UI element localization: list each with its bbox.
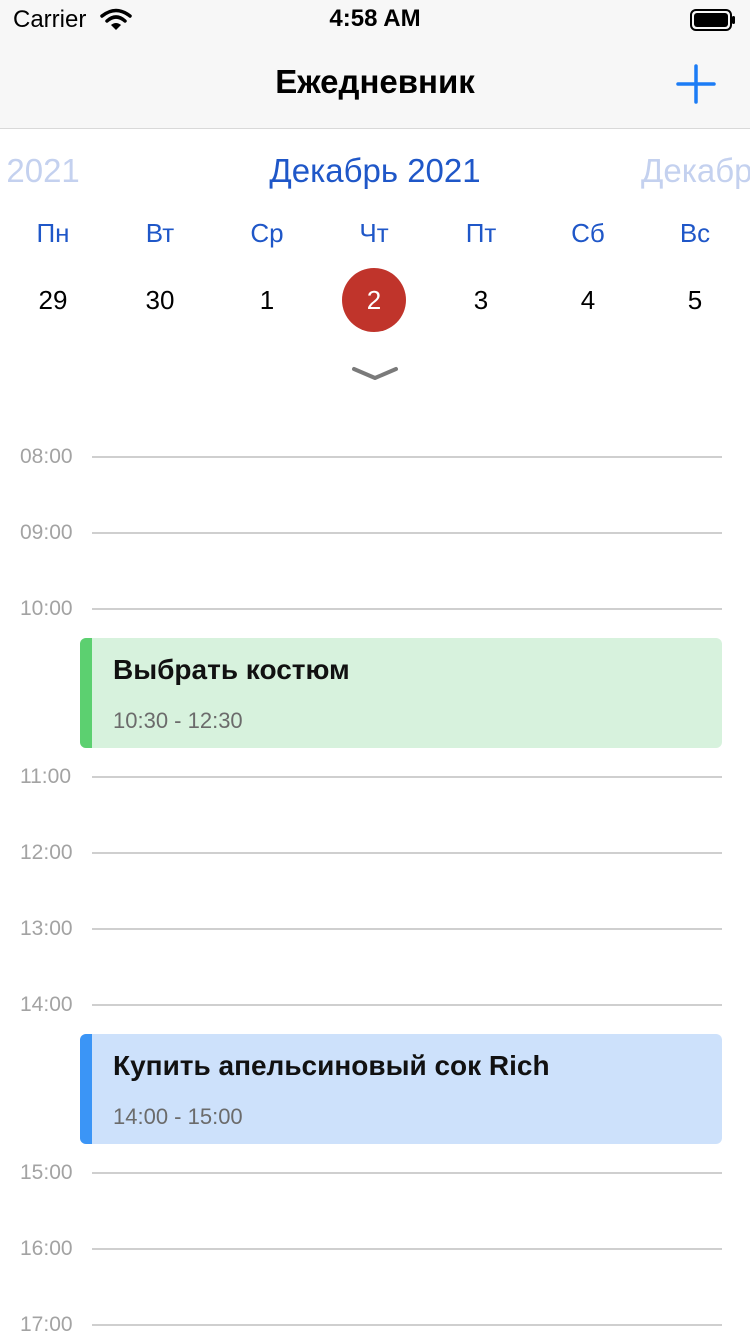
hour-label: 16:00: [20, 1237, 73, 1260]
date-cell[interactable]: 4: [556, 268, 620, 332]
next-month-label[interactable]: Декабр: [641, 152, 750, 190]
weekday-sun: Вс: [679, 218, 711, 248]
hour-divider: [92, 852, 722, 854]
hour-label: 08:00: [20, 445, 73, 468]
weekday-mon: Пн: [36, 218, 70, 248]
hour-divider: [92, 532, 722, 534]
weekday-tue: Вт: [145, 218, 175, 248]
hour-label: 10:00: [20, 597, 73, 620]
hour-divider: [92, 1324, 722, 1326]
hour-label: 14:00: [20, 993, 73, 1016]
hour-label: 17:00: [20, 1313, 73, 1336]
battery-icon: [690, 9, 735, 31]
date-cell[interactable]: 1: [235, 268, 299, 332]
event-color-bar: [80, 638, 92, 748]
page-title: Ежедневник: [275, 63, 475, 100]
hour-divider: [92, 776, 722, 778]
chevron-down-icon: [352, 367, 398, 380]
hour-divider: [92, 1248, 722, 1250]
weekday-wed: Ср: [250, 218, 284, 248]
hour-label: 15:00: [20, 1161, 73, 1184]
weekday-thu: Чт: [359, 218, 389, 248]
hour-label: 12:00: [20, 841, 73, 864]
hour-divider: [92, 1004, 722, 1006]
current-month-label[interactable]: Декабрь 2021: [0, 152, 750, 190]
navigation-bar: Ежедневник: [0, 40, 750, 129]
add-event-button[interactable]: [672, 60, 720, 108]
weekday-sat: Сб: [571, 218, 605, 248]
hour-label: 09:00: [20, 521, 73, 544]
hour-divider: [92, 928, 722, 930]
date-cell[interactable]: 3: [449, 268, 513, 332]
clock: 4:58 AM: [329, 5, 421, 32]
event-time-range: 14:00 - 15:00: [113, 1104, 243, 1129]
date-cell-selected[interactable]: 2: [342, 268, 406, 332]
event-color-bar: [80, 1034, 92, 1144]
date-cell[interactable]: 30: [128, 268, 192, 332]
expand-calendar-button[interactable]: [351, 364, 399, 384]
hour-label: 11:00: [20, 765, 71, 788]
event-card[interactable]: Купить апельсиновый сок Rich 14:00 - 15:…: [80, 1034, 722, 1144]
hour-divider: [92, 1172, 722, 1174]
event-time-range: 10:30 - 12:30: [113, 708, 243, 733]
event-title: Купить апельсиновый сок Rich: [113, 1050, 550, 1081]
weekday-fri: Пт: [465, 218, 497, 248]
plus-icon: [676, 64, 716, 104]
hour-divider: [92, 608, 722, 610]
event-title: Выбрать костюм: [113, 654, 350, 685]
event-card[interactable]: Выбрать костюм 10:30 - 12:30: [80, 638, 722, 748]
status-bar: Carrier 4:58 AM: [0, 0, 750, 40]
date-cell[interactable]: 29: [21, 268, 85, 332]
hour-divider: [92, 456, 722, 458]
date-cell[interactable]: 5: [663, 268, 727, 332]
hour-label: 13:00: [20, 917, 73, 940]
